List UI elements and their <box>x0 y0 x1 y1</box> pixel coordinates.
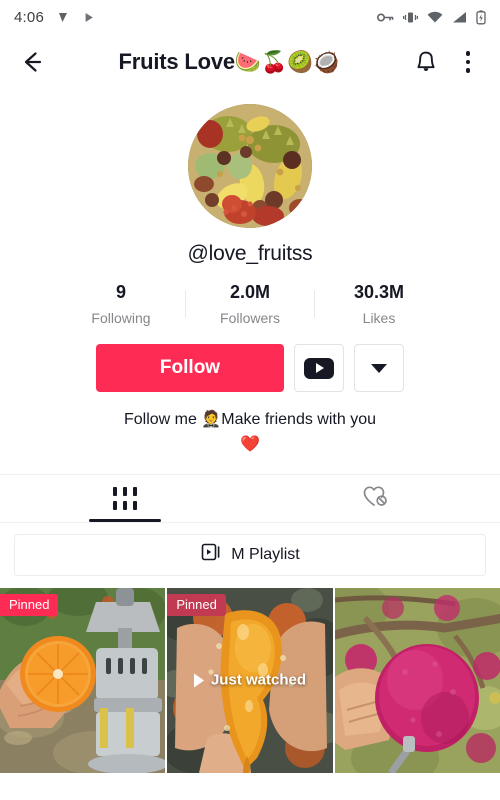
playlist-button[interactable]: M Playlist <box>14 533 486 576</box>
stat-likes-value: 30.3M <box>353 282 405 302</box>
stat-likes[interactable]: 30.3M Likes <box>315 282 443 326</box>
more-options-dots <box>465 51 471 73</box>
stat-followers[interactable]: 2.0M Followers <box>186 282 314 326</box>
notification-bell-icon[interactable] <box>408 44 444 80</box>
playlist-label: M Playlist <box>231 545 300 563</box>
tab-videos[interactable] <box>0 475 250 522</box>
chevron-down-icon <box>371 363 387 373</box>
app-header: Fruits Love 🍉🍒🥝🥥 <box>0 34 500 90</box>
vpn-key-icon <box>377 11 394 24</box>
more-options-icon[interactable] <box>450 44 486 80</box>
youtube-link-button[interactable] <box>294 344 344 392</box>
playlist-section: M Playlist <box>0 521 500 588</box>
just-watched-label: Just watched <box>167 672 332 689</box>
playlist-icon <box>200 541 222 568</box>
video-thumbnail-2[interactable]: Pinned Just watched <box>167 587 333 773</box>
wifi-icon <box>427 11 443 24</box>
play-icon <box>193 673 204 688</box>
tab-liked[interactable] <box>250 475 500 522</box>
stat-following-label: Following <box>91 310 151 326</box>
status-bar-left: 4:06 <box>14 9 97 26</box>
more-actions-button[interactable] <box>354 344 404 392</box>
just-watched-text: Just watched <box>210 671 306 689</box>
battery-charging-icon <box>476 9 486 25</box>
tiktok-profile-screen: 4:06 Fruits Love 🍉🍒🥝🥥 @love_fruitss 9 Fo… <box>0 0 500 800</box>
heart-private-icon <box>362 484 388 513</box>
stat-following-value: 9 <box>115 282 126 302</box>
profile-actions: Follow <box>0 344 500 392</box>
follow-button-label: Follow <box>159 357 221 378</box>
profile-bio-line-1: Follow me 🤵Make friends with you <box>123 411 376 428</box>
stat-followers-value: 2.0M <box>229 282 271 302</box>
profile-bio-line-2: ❤️ <box>240 435 260 453</box>
profile-tabs <box>0 473 500 522</box>
video-grid: Pinned Pinned Just watched <box>0 587 500 773</box>
back-arrow-icon[interactable] <box>14 44 50 80</box>
pinned-badge: Pinned <box>0 593 59 616</box>
signal-icon <box>452 11 467 24</box>
stat-following[interactable]: 9 Following <box>57 282 185 326</box>
avatar-container <box>0 104 500 228</box>
follow-button[interactable]: Follow <box>96 344 284 392</box>
pinned-badge: Pinned <box>167 593 226 616</box>
status-bar-clock: 4:06 <box>14 8 44 26</box>
vibrate-icon <box>403 11 418 24</box>
grid-icon <box>113 486 137 510</box>
video-thumbnail-1[interactable]: Pinned <box>0 587 166 773</box>
profile-username: @love_fruitss <box>187 242 313 265</box>
status-bar-right <box>377 9 486 25</box>
page-title-text: Fruits Love <box>118 49 236 74</box>
page-title: Fruits Love 🍉🍒🥝🥥 <box>56 49 402 75</box>
profile-bio[interactable]: Follow me 🤵Make friends with you ❤️ <box>0 408 500 458</box>
video-thumbnail-3-image <box>334 587 500 773</box>
youtube-icon <box>304 357 334 379</box>
avatar[interactable] <box>188 104 312 228</box>
title-emoji: 🍉🍒🥝🥥 <box>234 50 340 74</box>
stat-followers-label: Followers <box>220 310 280 326</box>
notification-triangle-icon <box>56 10 70 24</box>
profile-stats: 9 Following 2.0M Followers 30.3M Likes <box>0 282 500 326</box>
video-thumbnail-3[interactable] <box>334 587 500 773</box>
stat-likes-label: Likes <box>362 310 396 326</box>
play-store-icon <box>82 10 97 25</box>
status-bar: 4:06 <box>0 0 500 34</box>
